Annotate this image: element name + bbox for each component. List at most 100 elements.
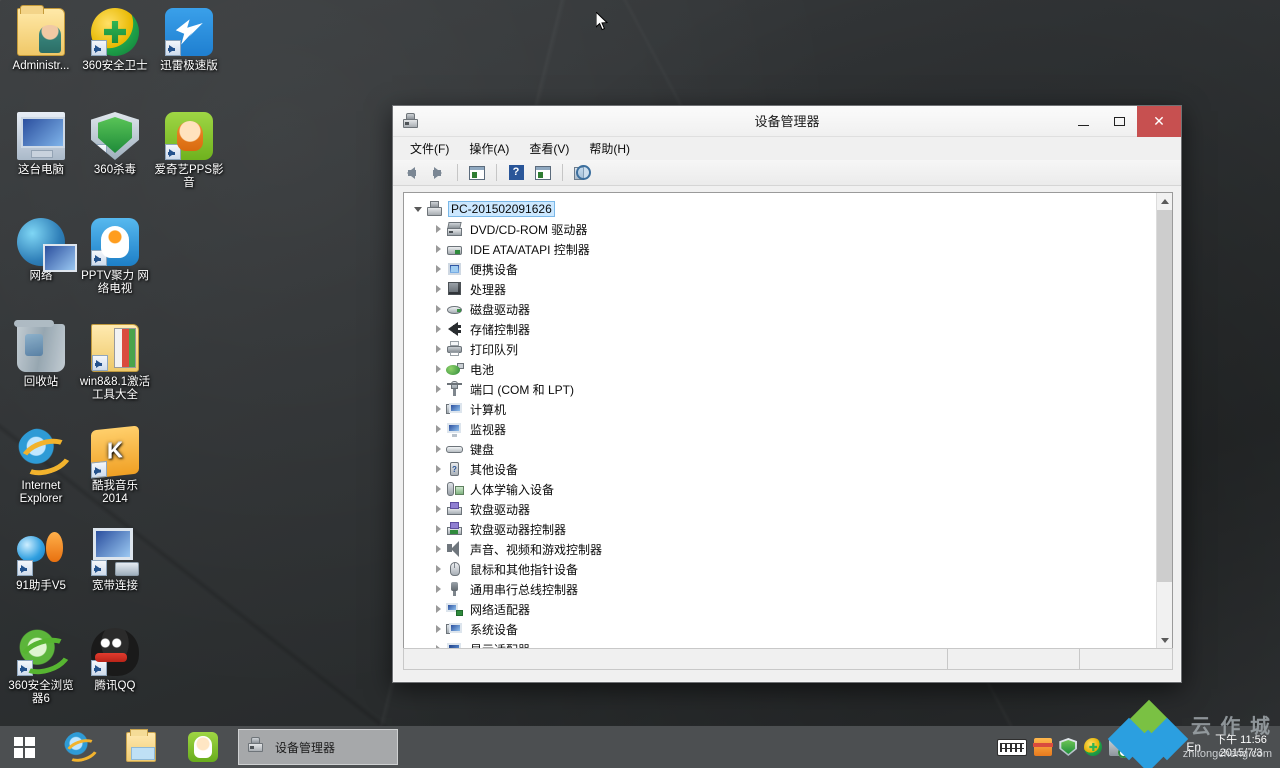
tree-expander-15[interactable]: [430, 519, 446, 539]
tray-clock[interactable]: 下午 11:56 2015/7/3: [1208, 734, 1270, 760]
desktop-icon-2[interactable]: 迅雷极速版: [152, 8, 226, 73]
desktop-icon-label: 360安全卫士: [78, 60, 152, 73]
window-titlebar[interactable]: 设备管理器 ✕: [393, 106, 1181, 137]
tree-expander-17[interactable]: [430, 559, 446, 579]
tree-root-node[interactable]: PC-201502091626: [408, 199, 1156, 219]
tree-node-12[interactable]: ?其他设备: [408, 459, 1156, 479]
tree-node-label: 存储控制器: [468, 320, 532, 339]
tray-gift-icon[interactable]: [1034, 738, 1052, 756]
desktop-icon-8[interactable]: 回收站: [4, 324, 78, 389]
desktop-icon-3[interactable]: 这台电脑: [4, 112, 78, 177]
tree-expander-1[interactable]: [430, 239, 446, 259]
scan-hardware-icon[interactable]: [570, 162, 594, 184]
tree-node-18[interactable]: 通用串行总线控制器: [408, 579, 1156, 599]
tree-expander-3[interactable]: [430, 279, 446, 299]
tree-node-19[interactable]: 网络适配器: [408, 599, 1156, 619]
desktop-icon-13[interactable]: 宽带连接: [78, 528, 152, 593]
tree-node-1[interactable]: IDE ATA/ATAPI 控制器: [408, 239, 1156, 259]
menu-help[interactable]: 帮助(H): [580, 138, 639, 159]
desktop-icon-0[interactable]: Administr...: [4, 8, 78, 73]
tree-node-16[interactable]: 声音、视频和游戏控制器: [408, 539, 1156, 559]
desktop-icon-4[interactable]: 360杀毒: [78, 112, 152, 177]
menu-file[interactable]: 文件(F): [401, 138, 458, 159]
vertical-scrollbar[interactable]: [1156, 193, 1172, 649]
taskbar-iqiyi[interactable]: [172, 726, 234, 768]
tree-expander-2[interactable]: [430, 259, 446, 279]
tree-node-8[interactable]: 端口 (COM 和 LPT): [408, 379, 1156, 399]
tree-expander-7[interactable]: [430, 359, 446, 379]
tree-expander-9[interactable]: [430, 399, 446, 419]
tree-expander-11[interactable]: [430, 439, 446, 459]
tray-360-safeguard-icon[interactable]: [1084, 738, 1102, 756]
tray-360-antivirus-icon[interactable]: [1059, 738, 1077, 756]
tree-expander-13[interactable]: [430, 479, 446, 499]
tree-expander-20[interactable]: [430, 619, 446, 639]
tree-expander-0[interactable]: [430, 219, 446, 239]
desktop-icon-10[interactable]: Internet Explorer: [4, 428, 78, 506]
menu-view[interactable]: 查看(V): [520, 138, 578, 159]
menu-action[interactable]: 操作(A): [460, 138, 518, 159]
tree-expander-8[interactable]: [430, 379, 446, 399]
back-button[interactable]: [399, 162, 423, 184]
tray-network-icon[interactable]: [1134, 739, 1152, 755]
status-main: [404, 649, 948, 669]
tree-node-4[interactable]: 磁盘驱动器: [408, 299, 1156, 319]
desktop-icon-15[interactable]: 腾讯QQ: [78, 628, 152, 693]
shortcut-overlay-icon: [165, 144, 181, 160]
desktop-icon-1[interactable]: 360安全卫士: [78, 8, 152, 73]
tree-node-13[interactable]: 人体学输入设备: [408, 479, 1156, 499]
desktop-icon-11[interactable]: K酷我音乐 2014: [78, 428, 152, 506]
scrollbar-thumb[interactable]: [1157, 210, 1173, 582]
desktop-icon-12[interactable]: 91助手V5: [4, 528, 78, 593]
tree-node-9[interactable]: 计算机: [408, 399, 1156, 419]
tree-expander-14[interactable]: [430, 499, 446, 519]
tree-pane-icon[interactable]: [465, 162, 489, 184]
scroll-down-button[interactable]: [1157, 632, 1173, 649]
tree-node-2[interactable]: 便携设备: [408, 259, 1156, 279]
tree-node-20[interactable]: 系统设备: [408, 619, 1156, 639]
help-button[interactable]: ?: [504, 162, 528, 184]
tray-ime-indicator[interactable]: En: [1186, 738, 1201, 756]
desktop-icon-5[interactable]: 爱奇艺PPS影音: [152, 112, 226, 190]
tree-node-17[interactable]: 鼠标和其他指针设备: [408, 559, 1156, 579]
taskbar-button-device-manager[interactable]: 设备管理器: [238, 729, 398, 765]
taskbar-internet-explorer[interactable]: [48, 726, 110, 768]
forward-button[interactable]: [426, 162, 450, 184]
tray-safely-remove-usb-icon[interactable]: [1109, 738, 1127, 756]
properties-icon[interactable]: [531, 162, 555, 184]
tree-expander-5[interactable]: [430, 319, 446, 339]
tray-onscreen-keyboard-icon[interactable]: [997, 739, 1027, 756]
maximize-button[interactable]: [1101, 106, 1137, 137]
tree-expander-16[interactable]: [430, 539, 446, 559]
desktop-icon-6[interactable]: 网络: [4, 218, 78, 283]
tree-expander-10[interactable]: [430, 419, 446, 439]
tree-expander-root[interactable]: [410, 199, 426, 219]
shortcut-overlay-icon: [165, 40, 181, 56]
close-button[interactable]: ✕: [1137, 106, 1181, 137]
scroll-up-button[interactable]: [1157, 193, 1173, 210]
tree-node-7[interactable]: 电池: [408, 359, 1156, 379]
minimize-button[interactable]: [1065, 106, 1101, 137]
desktop-icon-7[interactable]: PPTV聚力 网络电视: [78, 218, 152, 296]
tree-expander-19[interactable]: [430, 599, 446, 619]
desktop-icon-14[interactable]: 360安全浏览器6: [4, 628, 78, 706]
tray-volume-icon[interactable]: [1159, 738, 1179, 756]
file-explorer-icon: [126, 732, 156, 762]
tree-node-10[interactable]: 监视器: [408, 419, 1156, 439]
tree-node-6[interactable]: 打印队列: [408, 339, 1156, 359]
tree-node-14[interactable]: 软盘驱动器: [408, 499, 1156, 519]
tree-expander-18[interactable]: [430, 579, 446, 599]
device-tree-pane: PC-201502091626DVD/CD-ROM 驱动器IDE ATA/ATA…: [403, 192, 1173, 650]
tree-expander-12[interactable]: [430, 459, 446, 479]
taskbar-file-explorer[interactable]: [110, 726, 172, 768]
start-button[interactable]: [0, 726, 48, 768]
tree-expander-6[interactable]: [430, 339, 446, 359]
tree-expander-4[interactable]: [430, 299, 446, 319]
desktop-icon-9[interactable]: win8&8.1激活工具大全: [78, 324, 152, 402]
device-tree[interactable]: PC-201502091626DVD/CD-ROM 驱动器IDE ATA/ATA…: [404, 193, 1156, 649]
tree-node-0[interactable]: DVD/CD-ROM 驱动器: [408, 219, 1156, 239]
tree-node-15[interactable]: 软盘驱动器控制器: [408, 519, 1156, 539]
tree-node-5[interactable]: 存储控制器: [408, 319, 1156, 339]
tree-node-11[interactable]: 键盘: [408, 439, 1156, 459]
tree-node-3[interactable]: 处理器: [408, 279, 1156, 299]
